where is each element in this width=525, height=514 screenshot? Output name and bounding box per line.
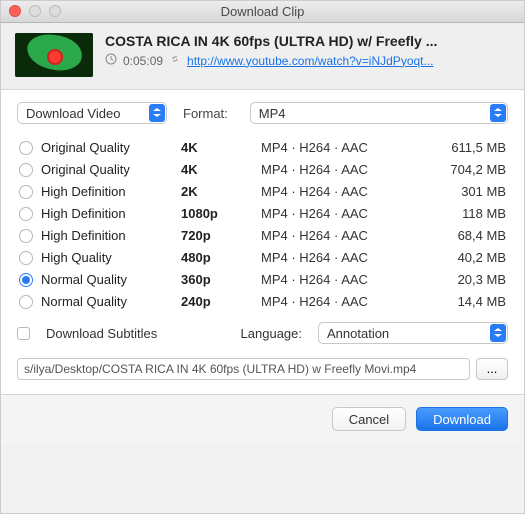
quality-resolution: 240p — [181, 294, 261, 309]
quality-resolution: 480p — [181, 250, 261, 265]
save-path-input[interactable]: s/ilya/Desktop/COSTA RICA IN 4K 60fps (U… — [17, 358, 470, 380]
quality-size: 301 MB — [426, 184, 506, 199]
maximize-window-button[interactable] — [49, 5, 61, 17]
clip-thumbnail — [15, 33, 93, 77]
quality-codec: MP4 · H264 · AAC — [261, 294, 426, 309]
download-subtitles-checkbox[interactable] — [17, 327, 30, 340]
radio-button[interactable] — [19, 295, 33, 309]
link-icon — [169, 53, 181, 68]
quality-name: High Definition — [41, 228, 181, 243]
quality-option[interactable]: Original Quality4KMP4 · H264 · AAC704,2 … — [17, 158, 508, 180]
quality-size: 611,5 MB — [426, 140, 506, 155]
format-label: Format: — [183, 106, 228, 121]
radio-button[interactable] — [19, 251, 33, 265]
download-button[interactable]: Download — [416, 407, 508, 431]
radio-button[interactable] — [19, 141, 33, 155]
quality-name: Original Quality — [41, 140, 181, 155]
titlebar: Download Clip — [1, 1, 524, 23]
quality-size: 20,3 MB — [426, 272, 506, 287]
quality-option[interactable]: Normal Quality360pMP4 · H264 · AAC20,3 M… — [17, 268, 508, 290]
minimize-window-button[interactable] — [29, 5, 41, 17]
quality-option[interactable]: High Definition2KMP4 · H264 · AAC301 MB — [17, 180, 508, 202]
quality-option[interactable]: Original Quality4KMP4 · H264 · AAC611,5 … — [17, 136, 508, 158]
quality-codec: MP4 · H264 · AAC — [261, 272, 426, 287]
clip-duration: 0:05:09 — [123, 54, 163, 68]
clip-header: COSTA RICA IN 4K 60fps (ULTRA HD) w/ Fre… — [1, 23, 524, 90]
quality-size: 14,4 MB — [426, 294, 506, 309]
quality-size: 68,4 MB — [426, 228, 506, 243]
main-content: Download Video Format: MP4 Original Qual… — [1, 90, 524, 394]
quality-option[interactable]: Normal Quality240pMP4 · H264 · AAC14,4 M… — [17, 290, 508, 312]
quality-codec: MP4 · H264 · AAC — [261, 250, 426, 265]
quality-codec: MP4 · H264 · AAC — [261, 228, 426, 243]
radio-button[interactable] — [19, 163, 33, 177]
quality-resolution: 4K — [181, 162, 261, 177]
quality-name: Original Quality — [41, 162, 181, 177]
download-mode-select[interactable]: Download Video — [17, 102, 167, 124]
browse-button[interactable]: ... — [476, 358, 508, 380]
clip-url-link[interactable]: http://www.youtube.com/watch?v=iNJdPyoqt… — [187, 54, 433, 68]
cancel-button[interactable]: Cancel — [332, 407, 406, 431]
quality-name: Normal Quality — [41, 294, 181, 309]
format-select[interactable]: MP4 — [250, 102, 508, 124]
quality-name: High Quality — [41, 250, 181, 265]
clip-title: COSTA RICA IN 4K 60fps (ULTRA HD) w/ Fre… — [105, 33, 510, 49]
quality-codec: MP4 · H264 · AAC — [261, 140, 426, 155]
quality-codec: MP4 · H264 · AAC — [261, 162, 426, 177]
clock-icon — [105, 53, 117, 68]
quality-size: 704,2 MB — [426, 162, 506, 177]
quality-resolution: 2K — [181, 184, 261, 199]
radio-button[interactable] — [19, 207, 33, 221]
radio-button[interactable] — [19, 185, 33, 199]
quality-resolution: 4K — [181, 140, 261, 155]
radio-button[interactable] — [19, 229, 33, 243]
quality-resolution: 360p — [181, 272, 261, 287]
close-window-button[interactable] — [9, 5, 21, 17]
quality-size: 118 MB — [426, 206, 506, 221]
quality-codec: MP4 · H264 · AAC — [261, 184, 426, 199]
download-subtitles-label: Download Subtitles — [46, 326, 157, 341]
quality-resolution: 1080p — [181, 206, 261, 221]
language-select[interactable]: Annotation — [318, 322, 508, 344]
quality-name: High Definition — [41, 184, 181, 199]
dialog-footer: Cancel Download — [1, 394, 524, 443]
quality-name: High Definition — [41, 206, 181, 221]
quality-size: 40,2 MB — [426, 250, 506, 265]
quality-resolution: 720p — [181, 228, 261, 243]
window-title: Download Clip — [1, 4, 524, 19]
quality-option[interactable]: High Definition720pMP4 · H264 · AAC68,4 … — [17, 224, 508, 246]
quality-option[interactable]: High Definition1080pMP4 · H264 · AAC118 … — [17, 202, 508, 224]
quality-name: Normal Quality — [41, 272, 181, 287]
quality-list: Original Quality4KMP4 · H264 · AAC611,5 … — [17, 136, 508, 312]
radio-button[interactable] — [19, 273, 33, 287]
language-label: Language: — [241, 326, 302, 341]
quality-option[interactable]: High Quality480pMP4 · H264 · AAC40,2 MB — [17, 246, 508, 268]
quality-codec: MP4 · H264 · AAC — [261, 206, 426, 221]
